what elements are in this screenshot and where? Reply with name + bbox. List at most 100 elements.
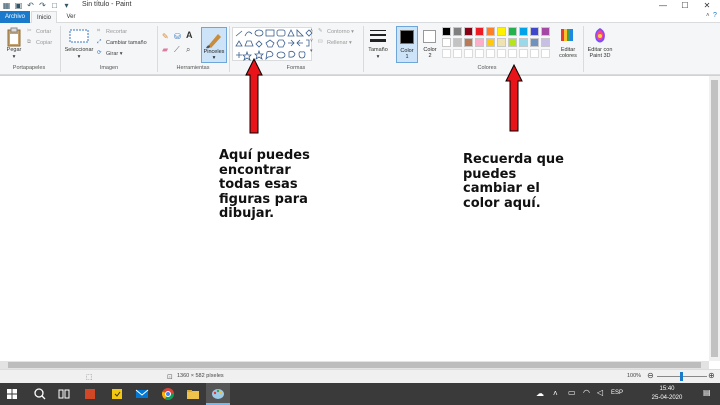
annotation-shapes-note: Aquí puedes encontrar todas esas figuras…: [219, 148, 329, 222]
battery-icon[interactable]: ▭: [568, 388, 576, 397]
maximize-button[interactable]: ☐: [674, 0, 696, 11]
onedrive-icon[interactable]: ☁: [536, 389, 544, 398]
eraser-icon[interactable]: ▰: [162, 45, 168, 54]
cut-button[interactable]: ✂ Cortar: [27, 28, 51, 35]
clock-date[interactable]: 25-04-2020: [647, 395, 687, 401]
search-icon[interactable]: [33, 387, 47, 401]
mail-icon[interactable]: [135, 387, 149, 401]
palette-color-swatch[interactable]: [475, 27, 484, 36]
sticky-notes-icon[interactable]: [110, 387, 124, 401]
palette-color-swatch[interactable]: [530, 27, 539, 36]
size-button[interactable]: [368, 28, 388, 48]
edit-colors-button[interactable]: [558, 27, 578, 45]
fill-bucket-icon[interactable]: ⛁: [174, 32, 181, 41]
help-icon[interactable]: ?: [713, 12, 717, 19]
palette-color-swatch[interactable]: [486, 38, 495, 47]
copy-button[interactable]: ⧉ Copiar: [27, 39, 52, 46]
palette-color-swatch[interactable]: [508, 38, 517, 47]
vertical-scroll-thumb[interactable]: [711, 80, 718, 357]
custom-color-slot[interactable]: [508, 49, 517, 58]
clock-time[interactable]: 15:40: [647, 386, 687, 392]
palette-color-swatch[interactable]: [519, 38, 528, 47]
minimize-button[interactable]: —: [652, 0, 674, 11]
zoom-out-icon[interactable]: ⊖: [647, 371, 654, 380]
vertical-scrollbar[interactable]: [709, 76, 720, 361]
rotate-button[interactable]: ⟳ Girar ▾: [97, 50, 123, 57]
zoom-slider-thumb[interactable]: [680, 372, 683, 381]
paint-taskbar-button[interactable]: [206, 383, 230, 405]
palette-color-swatch[interactable]: [442, 38, 451, 47]
palette-color-swatch[interactable]: [519, 27, 528, 36]
color2-button[interactable]: Color 2: [420, 26, 440, 63]
brushes-button[interactable]: Pinceles ▾: [201, 27, 227, 63]
custom-color-slot[interactable]: [442, 49, 451, 58]
crop-button[interactable]: ⌗ Recortar: [97, 28, 127, 35]
wifi-icon[interactable]: ◠: [583, 388, 590, 397]
close-button[interactable]: ✕: [696, 0, 718, 11]
custom-color-slot[interactable]: [486, 49, 495, 58]
chrome-icon[interactable]: [161, 387, 175, 401]
palette-color-swatch[interactable]: [442, 27, 451, 36]
custom-color-slot[interactable]: [475, 49, 484, 58]
palette-color-swatch[interactable]: [453, 27, 462, 36]
paste-dropdown-icon[interactable]: ▾: [4, 54, 24, 60]
palette-color-swatch[interactable]: [508, 27, 517, 36]
shapes-scroll-up-icon[interactable]: ˄: [310, 28, 313, 34]
palette-color-swatch[interactable]: [453, 38, 462, 47]
select-button[interactable]: [66, 27, 92, 45]
magnifier-icon[interactable]: ⌕: [186, 45, 190, 55]
title-bar: ▦ ▣ ↶ ↷ □ ▾ Sin título - Paint — ☐ ✕: [0, 0, 720, 11]
file-explorer-icon[interactable]: [186, 387, 200, 401]
color2-swatch: [423, 30, 436, 43]
palette-color-swatch[interactable]: [497, 38, 506, 47]
notification-center-icon[interactable]: ▤: [703, 388, 711, 397]
fill-button[interactable]: ⛁ Rellenar ▾: [318, 39, 352, 46]
custom-color-slot[interactable]: [453, 49, 462, 58]
windows-start-icon[interactable]: [5, 387, 19, 401]
paste-button[interactable]: [6, 27, 22, 47]
palette-color-swatch[interactable]: [541, 38, 550, 47]
paint3d-label-2: Paint 3D: [589, 53, 611, 59]
drawing-canvas[interactable]: Aquí puedes encontrar todas esas figuras…: [0, 58, 720, 363]
paint3d-button[interactable]: [590, 26, 610, 46]
palette-color-swatch[interactable]: [530, 38, 539, 47]
shapes-scroll-down-icon[interactable]: ˅: [310, 38, 313, 44]
custom-color-slot[interactable]: [530, 49, 539, 58]
shapes-gallery[interactable]: [232, 27, 313, 61]
text-tool-icon[interactable]: A: [186, 30, 193, 40]
shapes-more-icon[interactable]: ▾: [310, 48, 313, 54]
undo-icon[interactable]: ↶: [26, 1, 35, 10]
horizontal-scrollbar[interactable]: [0, 361, 709, 369]
language-indicator[interactable]: ESP: [611, 390, 623, 396]
palette-color-swatch[interactable]: [497, 27, 506, 36]
palette-color-swatch[interactable]: [486, 27, 495, 36]
task-view-icon[interactable]: [57, 387, 71, 401]
pencil-icon[interactable]: ✎: [162, 32, 169, 41]
palette-color-swatch[interactable]: [475, 38, 484, 47]
tab-ver[interactable]: Ver: [60, 11, 82, 23]
custom-color-slot[interactable]: [497, 49, 506, 58]
redo-icon[interactable]: ↷: [38, 1, 47, 10]
select-dropdown-icon[interactable]: ▾: [62, 54, 96, 60]
custom-color-slot[interactable]: [464, 49, 473, 58]
new-file-icon[interactable]: □: [50, 1, 59, 10]
horizontal-scroll-thumb[interactable]: [8, 362, 701, 368]
chevron-up-icon[interactable]: ˄: [706, 13, 710, 19]
show-hidden-icons[interactable]: ˄: [553, 389, 558, 398]
office-app-icon[interactable]: [83, 387, 97, 401]
palette-color-swatch[interactable]: [541, 27, 550, 36]
customize-toolbar-icon[interactable]: ▾: [62, 1, 71, 10]
resize-button[interactable]: ⤢ Cambiar tamaño: [97, 39, 147, 46]
volume-icon[interactable]: ◁: [597, 388, 603, 397]
color1-button[interactable]: Color 1: [396, 26, 418, 63]
zoom-in-icon[interactable]: ⊕: [708, 371, 715, 380]
palette-color-swatch[interactable]: [464, 27, 473, 36]
size-dropdown-icon[interactable]: ▾: [364, 54, 392, 60]
palette-color-swatch[interactable]: [464, 38, 473, 47]
outline-button[interactable]: ✎ Contorno ▾: [318, 28, 354, 35]
color-picker-icon[interactable]: ⟋: [174, 45, 180, 55]
tab-archivo[interactable]: Archivo: [0, 11, 30, 23]
save-icon[interactable]: ▣: [14, 1, 23, 10]
custom-color-slot[interactable]: [519, 49, 528, 58]
custom-color-slot[interactable]: [541, 49, 550, 58]
